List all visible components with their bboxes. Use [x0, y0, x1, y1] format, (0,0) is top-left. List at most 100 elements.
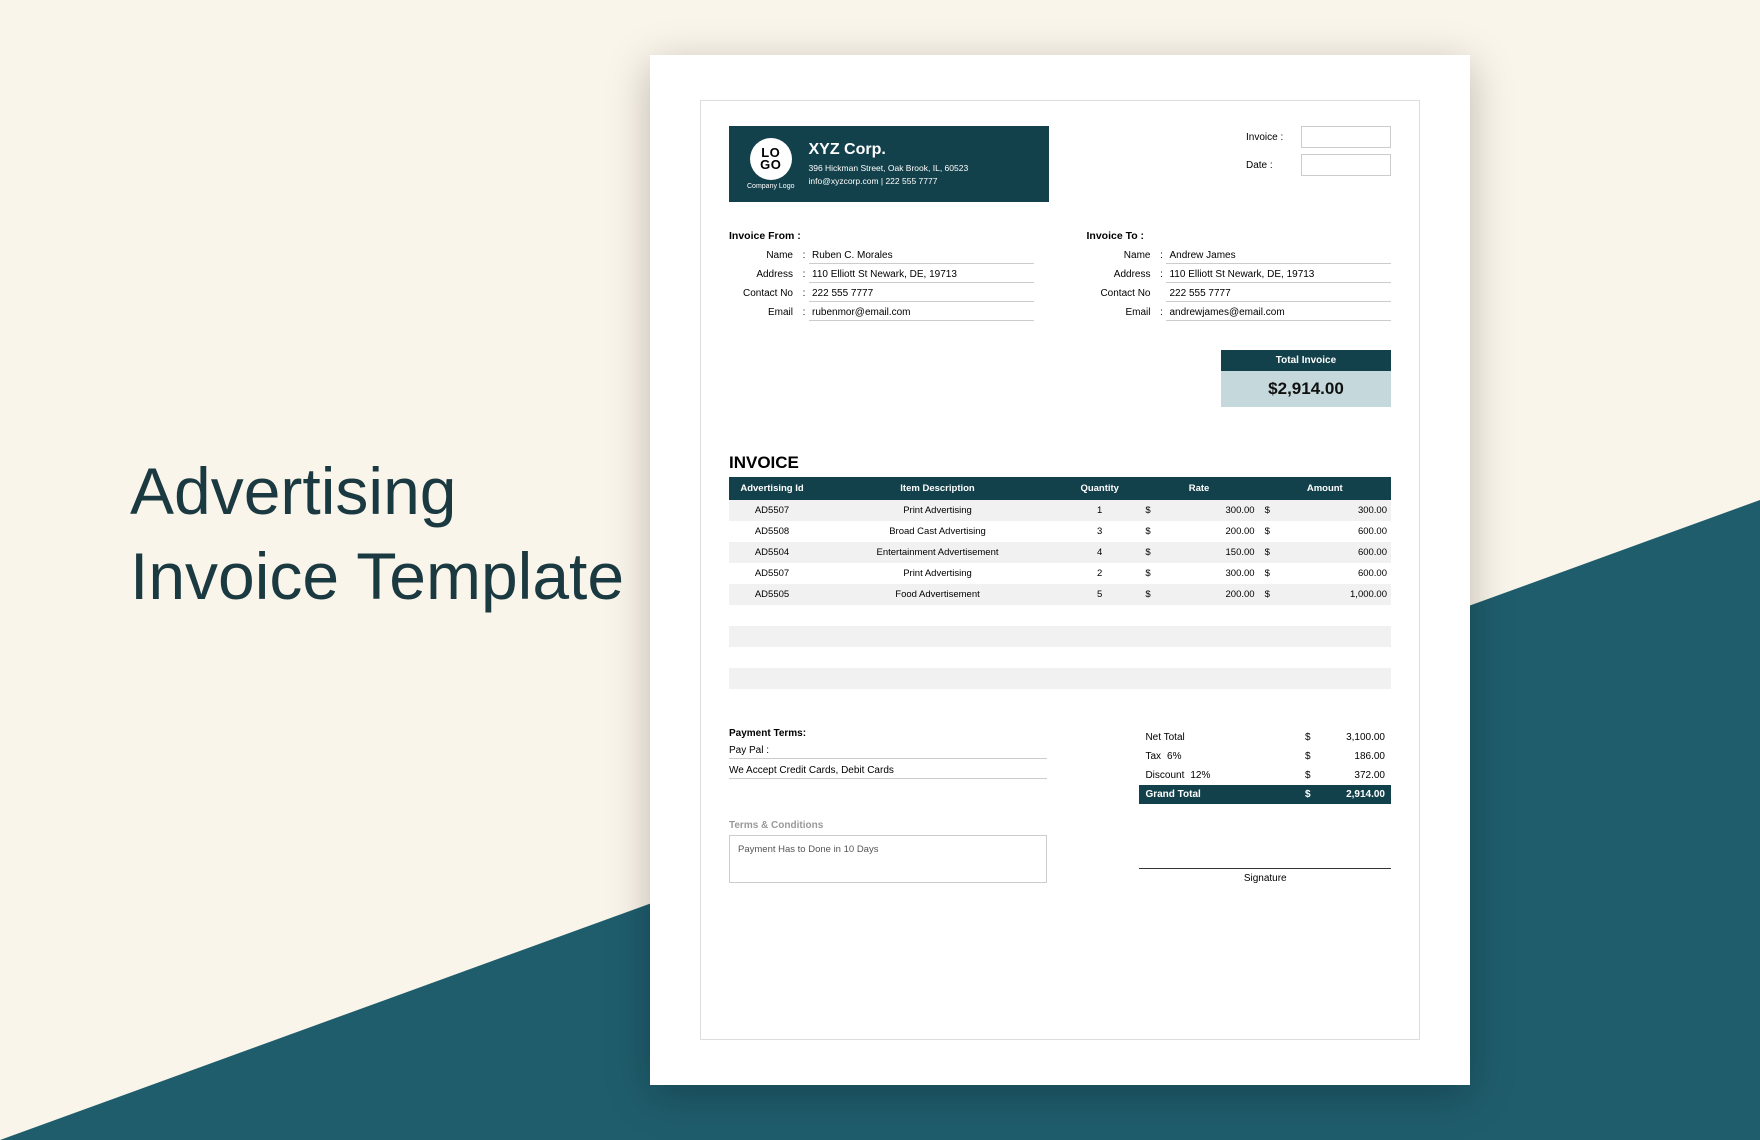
- logo-icon: LOGO: [750, 138, 792, 180]
- col-amount: Amount: [1259, 477, 1391, 500]
- payment-terms: Payment Terms: Pay Pal : We Accept Credi…: [729, 728, 1047, 804]
- company-address: 396 Hickman Street, Oak Brook, IL, 60523: [808, 162, 968, 175]
- invoice-from-heading: Invoice From :: [729, 230, 1034, 242]
- cell-id: AD5508: [729, 521, 815, 542]
- total-invoice-value: $2,914.00: [1221, 371, 1391, 407]
- cell-rate: $150.00: [1139, 542, 1258, 563]
- total-invoice-box: Total Invoice $2,914.00: [1221, 350, 1391, 407]
- cell-id: AD5504: [729, 542, 815, 563]
- from-email: rubenmor@email.com: [809, 307, 1034, 321]
- col-qty: Quantity: [1060, 477, 1139, 500]
- company-name: XYZ Corp.: [808, 141, 968, 159]
- invoice-number-field[interactable]: [1301, 126, 1391, 148]
- cell-rate: $200.00: [1139, 584, 1258, 605]
- cell-amount: $600.00: [1259, 521, 1391, 542]
- hero-title: Advertising Invoice Template: [130, 450, 624, 619]
- to-name: Andrew James: [1166, 250, 1391, 264]
- invoice-to-heading: Invoice To :: [1086, 230, 1391, 242]
- line-items-table: Advertising Id Item Description Quantity…: [729, 477, 1391, 710]
- date-field[interactable]: [1301, 154, 1391, 176]
- cell-rate: $200.00: [1139, 521, 1258, 542]
- from-contact: 222 555 7777: [809, 288, 1034, 302]
- invoice-heading: INVOICE: [729, 415, 1391, 473]
- discount-pct: 12%: [1190, 770, 1210, 781]
- cell-id: AD5507: [729, 500, 815, 521]
- from-contact-label: Contact No: [729, 288, 799, 302]
- tax-pct: 6%: [1167, 751, 1181, 762]
- table-row: AD5505Food Advertisement5$200.00$1,000.0…: [729, 584, 1391, 605]
- date-label: Date :: [1246, 160, 1301, 171]
- cell-id: AD5507: [729, 563, 815, 584]
- signature-block: Signature: [1139, 838, 1391, 884]
- invoice-from: Invoice From : Name:Ruben C. Morales Add…: [729, 230, 1034, 326]
- table-row: AD5507Print Advertising1$300.00$300.00: [729, 500, 1391, 521]
- cell-desc: Broad Cast Advertising: [815, 521, 1060, 542]
- signature-label: Signature: [1139, 868, 1391, 884]
- col-desc: Item Description: [815, 477, 1060, 500]
- meta-box: Invoice : Date :: [1246, 126, 1391, 182]
- logo-caption: Company Logo: [747, 183, 794, 190]
- to-name-label: Name: [1086, 250, 1156, 264]
- payment-heading: Payment Terms:: [729, 728, 1047, 739]
- tax-value: 186.00: [1354, 751, 1385, 762]
- summary-block: Net Total$3,100.00 Tax6%$186.00 Discount…: [1139, 728, 1391, 804]
- cell-id: AD5505: [729, 584, 815, 605]
- cell-amount: $600.00: [1259, 563, 1391, 584]
- terms-heading: Terms & Conditions: [729, 820, 1047, 831]
- table-row-empty: [729, 689, 1391, 710]
- cell-desc: Entertainment Advertisement: [815, 542, 1060, 563]
- from-address: 110 Elliott St Newark, DE, 19713: [809, 269, 1034, 283]
- from-email-label: Email: [729, 307, 799, 321]
- cell-qty: 5: [1060, 584, 1139, 605]
- table-row-empty: [729, 647, 1391, 668]
- paypal-line: Pay Pal :: [729, 745, 1047, 759]
- cell-amount: $600.00: [1259, 542, 1391, 563]
- to-address: 110 Elliott St Newark, DE, 19713: [1166, 269, 1391, 283]
- company-info: XYZ Corp. 396 Hickman Street, Oak Brook,…: [808, 141, 968, 188]
- table-row: AD5508Broad Cast Advertising3$200.00$600…: [729, 521, 1391, 542]
- net-value: 3,100.00: [1346, 732, 1385, 743]
- cell-qty: 4: [1060, 542, 1139, 563]
- cell-rate: $300.00: [1139, 563, 1258, 584]
- to-contact-label: Contact No: [1086, 288, 1156, 302]
- to-contact: 222 555 7777: [1166, 288, 1391, 302]
- cell-desc: Print Advertising: [815, 563, 1060, 584]
- discount-value: 372.00: [1354, 770, 1385, 781]
- cell-qty: 3: [1060, 521, 1139, 542]
- terms-body: Payment Has to Done in 10 Days: [729, 835, 1047, 883]
- from-address-label: Address: [729, 269, 799, 283]
- hero-title-line2: Invoice Template: [130, 539, 624, 613]
- logo-wrap: LOGO Company Logo: [747, 138, 794, 190]
- tax-label: Tax: [1145, 751, 1161, 762]
- invoice-document: LOGO Company Logo XYZ Corp. 396 Hickman …: [650, 55, 1470, 1085]
- discount-label: Discount: [1145, 770, 1184, 781]
- company-contact: info@xyzcorp.com | 222 555 7777: [808, 175, 968, 188]
- table-row-empty: [729, 626, 1391, 647]
- from-name-label: Name: [729, 250, 799, 264]
- cell-qty: 1: [1060, 500, 1139, 521]
- accept-line: We Accept Credit Cards, Debit Cards: [729, 765, 1047, 779]
- from-name: Ruben C. Morales: [809, 250, 1034, 264]
- grand-value: 2,914.00: [1346, 789, 1385, 800]
- cell-amount: $300.00: [1259, 500, 1391, 521]
- col-ad-id: Advertising Id: [729, 477, 815, 500]
- to-email-label: Email: [1086, 307, 1156, 321]
- cell-desc: Print Advertising: [815, 500, 1060, 521]
- net-label: Net Total: [1145, 732, 1184, 743]
- cell-amount: $1,000.00: [1259, 584, 1391, 605]
- table-row: AD5504Entertainment Advertisement4$150.0…: [729, 542, 1391, 563]
- to-email: andrewjames@email.com: [1166, 307, 1391, 321]
- invoice-inner: LOGO Company Logo XYZ Corp. 396 Hickman …: [700, 100, 1420, 1040]
- col-rate: Rate: [1139, 477, 1258, 500]
- cell-desc: Food Advertisement: [815, 584, 1060, 605]
- table-row-empty: [729, 668, 1391, 689]
- terms-block: Terms & Conditions Payment Has to Done i…: [729, 820, 1047, 884]
- table-row: AD5507Print Advertising2$300.00$600.00: [729, 563, 1391, 584]
- table-row-empty: [729, 605, 1391, 626]
- cell-qty: 2: [1060, 563, 1139, 584]
- company-block: LOGO Company Logo XYZ Corp. 396 Hickman …: [729, 126, 1049, 202]
- to-address-label: Address: [1086, 269, 1156, 283]
- invoice-to: Invoice To : Name:Andrew James Address:1…: [1086, 230, 1391, 326]
- hero-title-line1: Advertising: [130, 454, 457, 528]
- total-invoice-label: Total Invoice: [1221, 350, 1391, 371]
